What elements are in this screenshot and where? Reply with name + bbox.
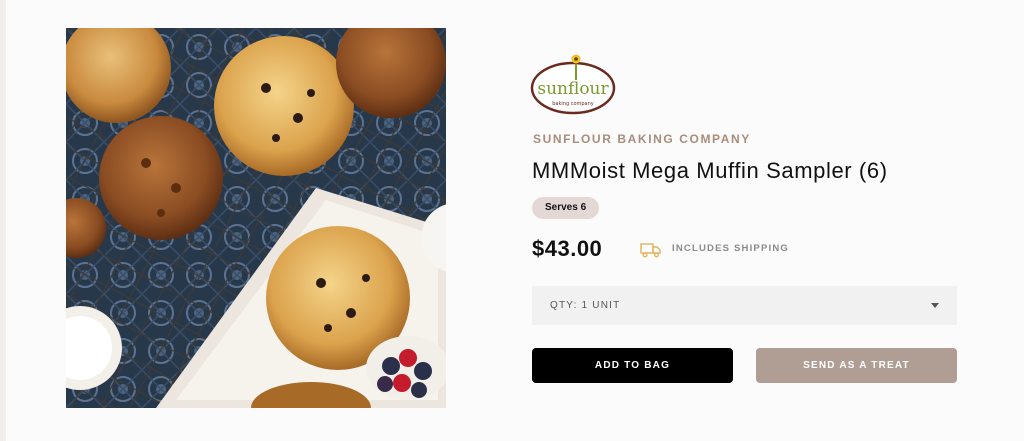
product-price: $43.00	[532, 236, 603, 261]
brand-logo[interactable]: sunflour baking company	[530, 52, 616, 116]
shipping-note: INCLUDES SHIPPING	[672, 243, 789, 254]
logo-tagline: baking company	[552, 101, 594, 107]
product-image[interactable]	[66, 28, 446, 408]
add-to-bag-button[interactable]: ADD TO BAG	[532, 348, 733, 383]
quantity-select[interactable]: QTY: 1 UNIT	[532, 286, 957, 325]
truck-icon	[640, 243, 661, 258]
page-edge	[0, 0, 6, 441]
muffins-photo	[66, 28, 446, 408]
caret-down-icon	[931, 303, 939, 308]
logo-word: sunflour	[537, 79, 609, 99]
product-title: MMMoist Mega Muffin Sampler (6)	[532, 158, 888, 183]
send-as-treat-button[interactable]: SEND AS A TREAT	[756, 348, 957, 383]
quantity-value: QTY: 1 UNIT	[550, 300, 621, 311]
serves-badge: Serves 6	[532, 197, 600, 219]
brand-name[interactable]: SUNFLOUR BAKING COMPANY	[533, 132, 751, 146]
